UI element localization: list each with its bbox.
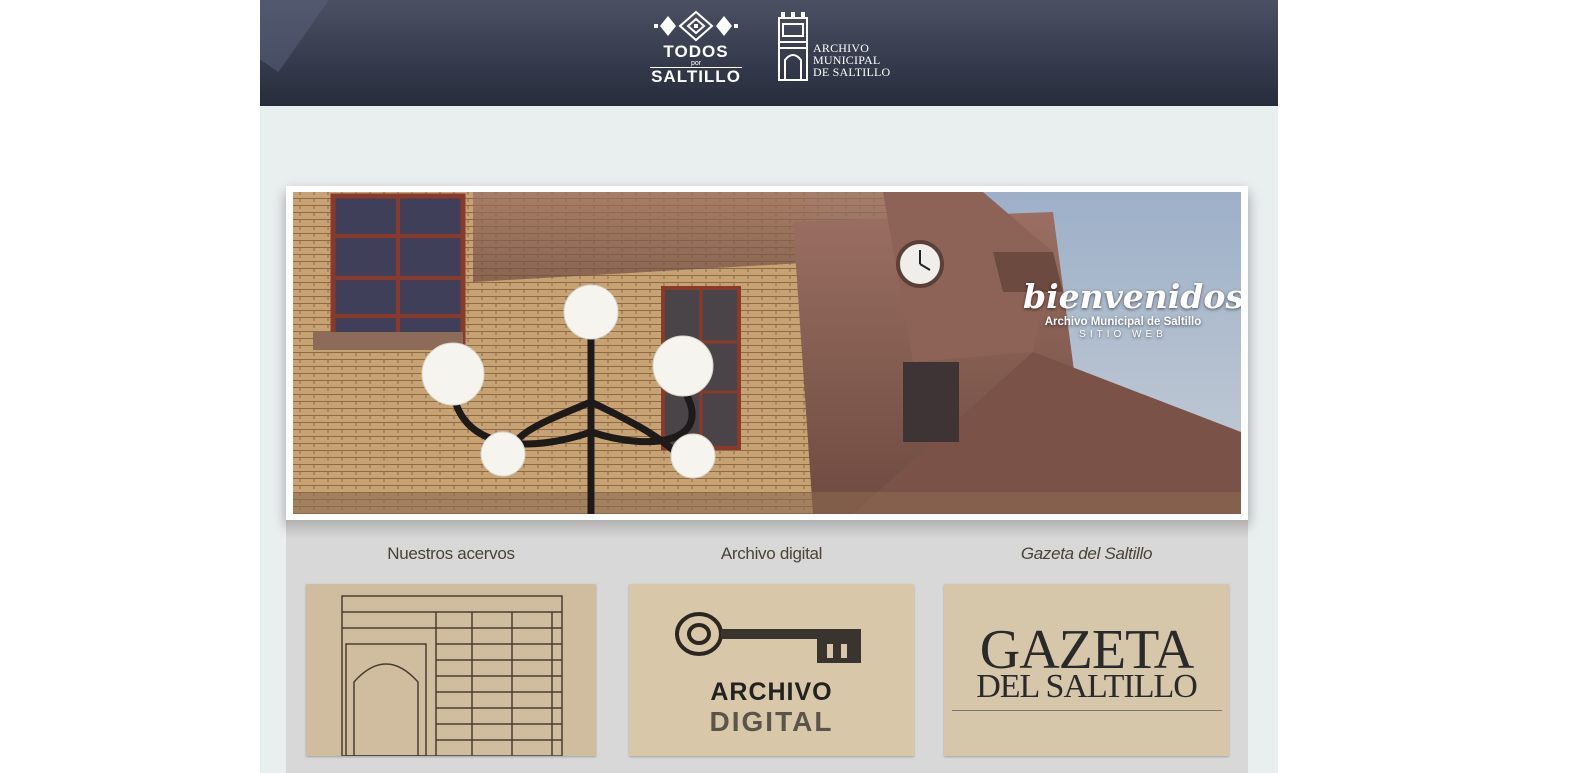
archivo-logo-text: ARCHIVO MUNICIPAL DE SALTILLO: [813, 42, 890, 78]
archive-cabinet-illustration: [306, 584, 596, 756]
site-header: TODOS por SALTILLO ARCHIVO MUNICIPAL DE …: [260, 0, 1278, 106]
banner-title: bienvenidos: [1023, 277, 1241, 316]
section-title-archivo-digital[interactable]: Archivo digital: [629, 544, 914, 564]
logo-todos-line2: por: [690, 60, 702, 67]
card-archivo-line2: DIGITAL: [709, 706, 834, 737]
card-gazeta-line2: DEL SALTILLO: [976, 668, 1198, 705]
banner-subtitle: Archivo Municipal de Saltillo: [1044, 316, 1202, 328]
building-photo-image: [293, 192, 1241, 514]
banner-welcome-text: bienvenidos Archivo Municipal de Saltill…: [1023, 277, 1241, 341]
card-archivo-line1: ARCHIVO: [710, 678, 833, 706]
logo-todos-line3: SALTILLO: [650, 67, 742, 86]
card-gazeta-del-saltillo[interactable]: GAZETA DEL SALTILLO: [944, 584, 1229, 756]
todos-por-saltillo-logo[interactable]: TODOS por SALTILLO: [650, 10, 742, 86]
sections-panel: Nuestros acervos Archivo digital Gazeta …: [286, 520, 1248, 773]
welcome-banner: bienvenidos Archivo Municipal de Saltill…: [286, 186, 1248, 520]
logo-archivo-line3: DE SALTILLO: [813, 65, 891, 79]
logo-todos-line1: TODOS: [663, 42, 729, 61]
section-title-gazeta[interactable]: Gazeta del Saltillo: [944, 544, 1229, 564]
card-gazeta-rule: [952, 710, 1222, 711]
archive-building-icon: [778, 12, 808, 81]
diamond-pattern-icon: [654, 10, 738, 42]
page-container: TODOS por SALTILLO ARCHIVO MUNICIPAL DE …: [260, 0, 1278, 773]
card-nuestros-acervos[interactable]: [306, 584, 596, 756]
banner-tagline: SITIO WEB: [1079, 329, 1167, 340]
archivo-municipal-logo[interactable]: ARCHIVO MUNICIPAL DE SALTILLO: [775, 12, 895, 84]
banner-photo: bienvenidos Archivo Municipal de Saltill…: [293, 192, 1241, 514]
card-archivo-digital[interactable]: ARCHIVO DIGITAL: [629, 584, 914, 756]
section-title-acervos[interactable]: Nuestros acervos: [306, 544, 596, 564]
